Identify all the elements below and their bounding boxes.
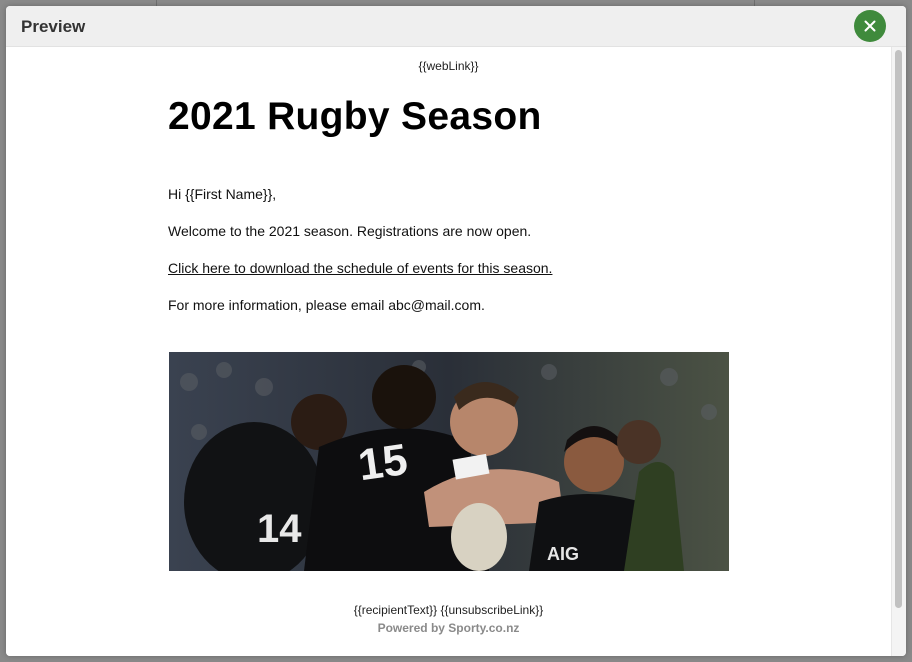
rugby-players-image: 14 15 AIG <box>169 352 729 571</box>
preview-modal: Preview {{webLink}} 2021 Rugby Season Hi… <box>6 6 906 656</box>
preview-scrollbar[interactable] <box>891 47 906 656</box>
greeting-text: Hi {{First Name}}, <box>168 186 277 202</box>
close-button[interactable] <box>854 10 886 42</box>
scrollbar-thumb[interactable] <box>895 50 902 608</box>
powered-by-text: Powered by Sporty.co.nz <box>377 621 520 635</box>
svg-text:AIG: AIG <box>547 544 579 564</box>
email-preview-body[interactable]: {{webLink}} 2021 Rugby Season Hi {{First… <box>6 47 891 656</box>
svg-text:15: 15 <box>355 435 410 490</box>
modal-title: Preview <box>21 17 86 36</box>
svg-text:14: 14 <box>257 507 302 551</box>
schedule-download-link[interactable]: Click here to download the schedule of e… <box>168 260 552 276</box>
close-icon <box>864 20 876 32</box>
footer-placeholders[interactable]: {{recipientText}} {{unsubscribeLink}} <box>6 603 891 617</box>
modal-header: Preview <box>6 6 906 47</box>
email-heading: 2021 Rugby Season <box>168 95 542 138</box>
contact-info-text: For more information, please email abc@m… <box>168 297 485 313</box>
rugby-hero-image: 14 15 AIG <box>169 352 729 571</box>
welcome-text: Welcome to the 2021 season. Registration… <box>168 223 532 239</box>
web-link-placeholder[interactable]: {{webLink}} <box>6 59 891 73</box>
